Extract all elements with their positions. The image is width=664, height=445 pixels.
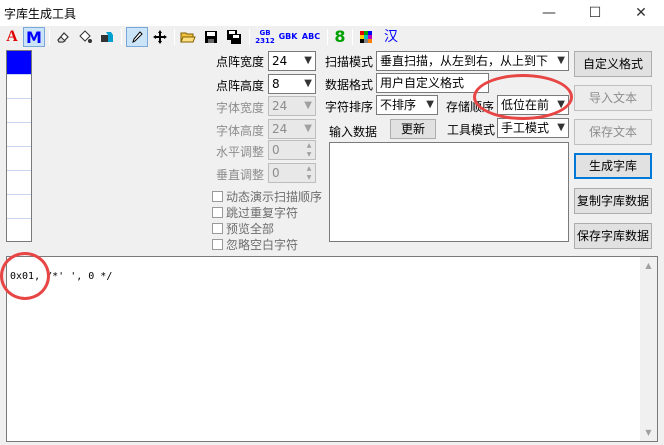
- spin-down-icon: ▼: [306, 151, 312, 158]
- generate-font-button[interactable]: 生成字库: [574, 153, 652, 179]
- checkbox-skip-duplicates[interactable]: 跳过重复字符: [212, 204, 298, 221]
- tool-mode-label: 工具模式: [447, 123, 496, 137]
- close-button[interactable]: ✕: [618, 0, 664, 26]
- copy-font-data-button[interactable]: 复制字库数据: [574, 188, 652, 214]
- eraser-icon[interactable]: [53, 27, 73, 47]
- checkbox-preview-all[interactable]: 预览全部: [212, 220, 274, 237]
- digit-eight-icon[interactable]: 8: [331, 27, 349, 47]
- input-data-textarea[interactable]: [329, 142, 569, 242]
- data-format-field[interactable]: 用户自定义格式: [376, 73, 489, 93]
- dot-width-select[interactable]: 24 ▼: [268, 51, 316, 71]
- font-color-a-icon[interactable]: A: [3, 27, 21, 47]
- toolbar-separator: [49, 29, 50, 45]
- font-height-select: 24 ▼: [268, 119, 316, 139]
- preview-cell[interactable]: [7, 219, 31, 243]
- gbk-icon[interactable]: GBK: [277, 27, 299, 47]
- chevron-down-icon: ▼: [557, 122, 565, 133]
- preview-cell[interactable]: [7, 99, 31, 123]
- chevron-down-icon: ▼: [426, 99, 434, 110]
- scan-mode-select[interactable]: 垂直扫描，从左到右，从上到下 ▼: [376, 51, 569, 71]
- pencil-icon[interactable]: [126, 27, 148, 47]
- color-grid-icon[interactable]: [356, 27, 376, 47]
- preview-cell[interactable]: [7, 75, 31, 99]
- chevron-down-icon: ▼: [304, 78, 312, 89]
- chevron-down-icon: ▼: [304, 100, 312, 111]
- checkbox-box[interactable]: [212, 207, 223, 218]
- app-window: 字库生成工具 — ☐ ✕ A M GB 2312 GBK ABC 8 汉 点阵宽…: [0, 0, 664, 445]
- toolbar: A M GB 2312 GBK ABC 8 汉: [0, 26, 664, 48]
- red-annotation-circle: [473, 74, 573, 120]
- preview-cell[interactable]: [7, 147, 31, 171]
- chinese-char-icon[interactable]: 汉: [380, 27, 402, 47]
- data-format-label: 数据格式: [325, 78, 374, 92]
- checkbox-box[interactable]: [212, 191, 223, 202]
- toolbar-separator: [327, 29, 328, 45]
- chevron-down-icon: ▼: [304, 123, 312, 134]
- input-data-label: 输入数据: [329, 125, 378, 139]
- preview-cell[interactable]: [7, 123, 31, 147]
- checkbox-box[interactable]: [212, 239, 223, 250]
- fill-bucket-icon[interactable]: [75, 27, 95, 47]
- preview-cell[interactable]: [7, 195, 31, 219]
- char-order-label: 字符排序: [325, 100, 374, 114]
- v-adjust-label: 垂直调整: [216, 168, 265, 182]
- toolbar-separator: [121, 29, 122, 45]
- scroll-up-icon[interactable]: ▲: [640, 257, 657, 274]
- output-textarea[interactable]: 0x01, /*' ', 0 */ ▲ ▼: [6, 256, 658, 442]
- glyph-preview-grid[interactable]: [6, 50, 32, 242]
- spin-up-icon: ▲: [306, 165, 312, 172]
- red-annotation-circle: [0, 252, 50, 300]
- tool-mode-select[interactable]: 手工模式 ▼: [497, 118, 569, 138]
- import-text-button: 导入文本: [574, 85, 652, 111]
- move-icon[interactable]: [150, 27, 170, 47]
- toolbar-separator: [352, 29, 353, 45]
- preview-cell[interactable]: [7, 51, 31, 75]
- save-icon[interactable]: [201, 27, 221, 47]
- checkbox-ignore-blank[interactable]: 忽略空白字符: [212, 236, 298, 253]
- save-as-icon[interactable]: [224, 27, 244, 47]
- spin-down-icon: ▼: [306, 174, 312, 181]
- invert-icon[interactable]: [97, 27, 117, 47]
- font-width-label: 字体宽度: [216, 101, 265, 115]
- checkbox-dynamic-scan[interactable]: 动态演示扫描顺序: [212, 188, 322, 205]
- dot-height-label: 点阵高度: [216, 79, 265, 93]
- font-height-label: 字体高度: [216, 124, 265, 138]
- char-order-select[interactable]: 不排序 ▼: [376, 95, 438, 115]
- output-scrollbar[interactable]: ▲ ▼: [640, 257, 657, 441]
- save-text-button: 保存文本: [574, 119, 652, 145]
- font-m-icon[interactable]: M: [23, 27, 45, 47]
- h-adjust-spinner: 0 ▲ ▼: [268, 140, 316, 160]
- custom-format-button[interactable]: 自定义格式: [574, 51, 652, 77]
- h-adjust-label: 水平调整: [216, 145, 265, 159]
- maximize-button[interactable]: ☐: [572, 0, 618, 26]
- toolbar-separator: [174, 29, 175, 45]
- scroll-down-icon[interactable]: ▼: [640, 424, 657, 441]
- scan-mode-label: 扫描模式: [325, 55, 374, 69]
- window-title: 字库生成工具: [4, 7, 77, 21]
- abc-icon[interactable]: ABC: [300, 27, 322, 47]
- gb2312-icon[interactable]: GB 2312: [254, 27, 276, 47]
- update-button[interactable]: 更新: [390, 119, 436, 139]
- chevron-down-icon: ▼: [555, 52, 565, 70]
- chevron-down-icon: ▼: [304, 55, 312, 66]
- font-width-select: 24 ▼: [268, 96, 316, 116]
- toolbar-separator: [249, 29, 250, 45]
- preview-cell[interactable]: [7, 171, 31, 195]
- open-folder-icon[interactable]: [178, 27, 198, 47]
- v-adjust-spinner: 0 ▲ ▼: [268, 163, 316, 183]
- minimize-button[interactable]: —: [526, 0, 572, 26]
- title-bar: 字库生成工具 — ☐ ✕: [0, 0, 664, 26]
- dot-height-select[interactable]: 8 ▼: [268, 74, 316, 94]
- save-font-data-button[interactable]: 保存字库数据: [574, 223, 652, 249]
- checkbox-box[interactable]: [212, 223, 223, 234]
- spin-up-icon: ▲: [306, 142, 312, 149]
- dot-width-label: 点阵宽度: [216, 55, 265, 69]
